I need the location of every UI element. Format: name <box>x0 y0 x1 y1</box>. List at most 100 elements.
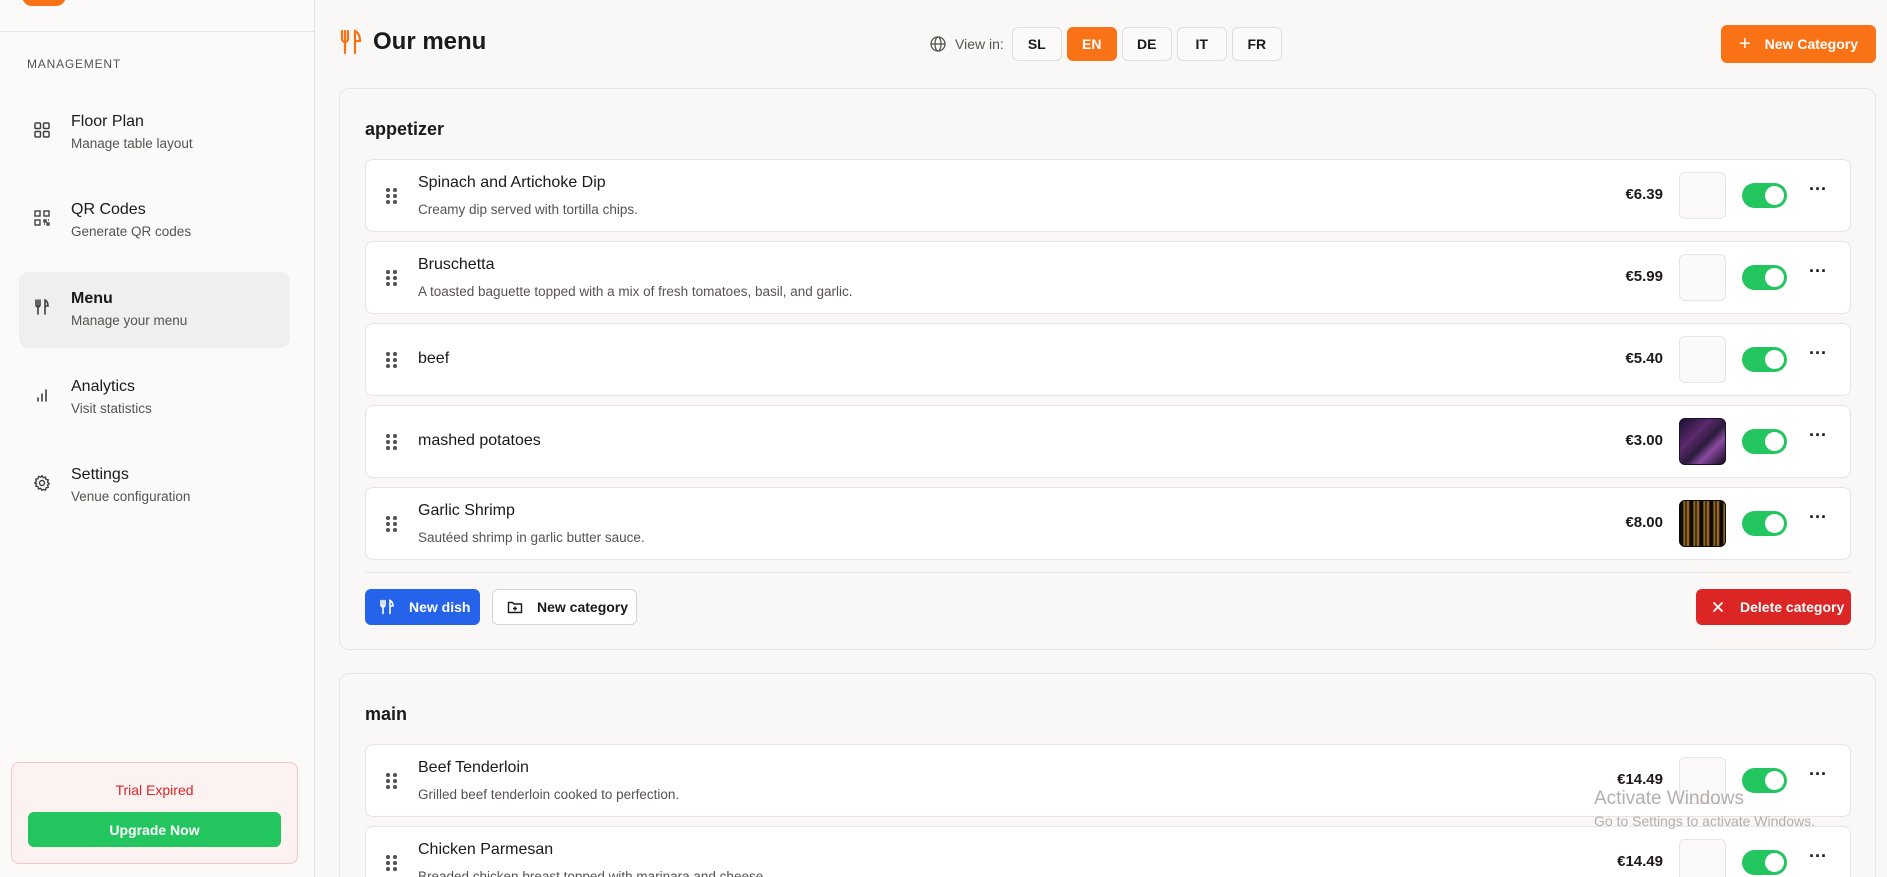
plus-icon: + <box>1738 32 1751 55</box>
lang-button-de[interactable]: DE <box>1121 27 1172 61</box>
sidebar-item-title: Floor Plan <box>71 113 144 130</box>
dish-row[interactable]: Bruschetta A toasted baguette topped wit… <box>365 241 1851 314</box>
drag-handle-icon[interactable] <box>386 773 398 789</box>
new-category-inline-label: New category <box>537 599 629 615</box>
more-options-icon[interactable]: ··· <box>1808 262 1828 284</box>
view-in-label: View in: <box>955 36 1004 52</box>
lang-button-fr[interactable]: FR <box>1231 27 1282 61</box>
dish-visibility-toggle[interactable] <box>1742 183 1787 208</box>
sidebar-item-title: Analytics <box>71 378 136 395</box>
qr-code-icon <box>34 210 50 226</box>
sidebar: MANAGEMENT Floor Plan Manage table layou… <box>0 0 315 877</box>
more-options-icon[interactable]: ··· <box>1808 344 1828 366</box>
dish-visibility-toggle[interactable] <box>1742 850 1787 875</box>
dish-description: Sautéed shrimp in garlic butter sauce. <box>418 530 645 545</box>
dish-row[interactable]: Spinach and Artichoke Dip Creamy dip ser… <box>365 159 1851 232</box>
dish-image-placeholder[interactable] <box>1679 839 1726 877</box>
dish-image-placeholder[interactable] <box>1679 172 1726 219</box>
utensils-icon <box>340 29 362 55</box>
dish-description: A toasted baguette topped with a mix of … <box>418 284 853 299</box>
dish-name: Garlic Shrimp <box>418 502 515 519</box>
sidebar-item-title: Menu <box>71 290 113 307</box>
upgrade-button[interactable]: Upgrade Now <box>28 812 281 847</box>
drag-handle-icon[interactable] <box>386 352 398 368</box>
dish-name: Bruschetta <box>418 256 495 273</box>
sidebar-item-subtitle: Manage your menu <box>71 313 188 328</box>
sidebar-divider <box>0 31 315 32</box>
new-dish-button[interactable]: New dish <box>365 589 480 625</box>
globe-icon <box>930 36 946 52</box>
new-dish-label: New dish <box>409 599 471 615</box>
sidebar-item-subtitle: Generate QR codes <box>71 224 192 239</box>
sidebar-item-qr-codes[interactable]: QR Codes Generate QR codes <box>19 183 290 259</box>
dish-image[interactable] <box>1679 418 1726 465</box>
dish-visibility-toggle[interactable] <box>1742 265 1787 290</box>
category-name: main <box>365 704 408 724</box>
drag-handle-icon[interactable] <box>386 516 398 532</box>
lang-button-it[interactable]: IT <box>1176 27 1227 61</box>
category-card-appetizer: appetizer Spinach and Artichoke Dip Crea… <box>339 88 1876 650</box>
delete-category-label: Delete category <box>1740 599 1845 615</box>
dish-row[interactable]: mashed potatoes €3.00 ··· <box>365 405 1851 478</box>
sidebar-item-subtitle: Venue configuration <box>71 489 191 504</box>
dish-image[interactable] <box>1679 500 1726 547</box>
more-options-icon[interactable]: ··· <box>1808 847 1828 869</box>
dish-visibility-toggle[interactable] <box>1742 347 1787 372</box>
windows-activation-title: Activate Windows <box>1594 788 1744 809</box>
new-category-inline-button[interactable]: New category <box>492 589 637 625</box>
lang-button-en[interactable]: EN <box>1066 27 1117 61</box>
drag-handle-icon[interactable] <box>386 270 398 286</box>
utensils-icon <box>380 599 394 615</box>
dish-row[interactable]: Chicken Parmesan Breaded chicken breast … <box>365 826 1851 877</box>
page-header: Our menu <box>339 28 486 56</box>
drag-handle-icon[interactable] <box>386 434 398 450</box>
card-divider <box>365 572 1851 573</box>
sidebar-section-label: MANAGEMENT <box>27 57 122 71</box>
new-category-button[interactable]: + New Category <box>1721 25 1876 63</box>
dish-image-placeholder[interactable] <box>1679 254 1726 301</box>
dish-price: €5.99 <box>1625 268 1663 285</box>
dish-visibility-toggle[interactable] <box>1742 511 1787 536</box>
dish-name: mashed potatoes <box>418 432 541 449</box>
category-name: appetizer <box>365 119 445 139</box>
dish-price: €6.39 <box>1625 186 1663 203</box>
sidebar-item-subtitle: Manage table layout <box>71 136 193 151</box>
dish-name: Chicken Parmesan <box>418 841 554 858</box>
lang-button-sl[interactable]: SL <box>1011 27 1062 61</box>
sidebar-item-menu[interactable]: Menu Manage your menu <box>19 272 290 348</box>
dish-name: beef <box>418 350 450 367</box>
more-options-icon[interactable]: ··· <box>1808 765 1828 787</box>
trial-status-text: Trial Expired <box>115 782 194 798</box>
page-title: Our menu <box>373 28 487 55</box>
sidebar-item-analytics[interactable]: Analytics Visit statistics <box>19 360 290 436</box>
logo[interactable] <box>22 0 66 6</box>
sidebar-item-settings[interactable]: Settings Venue configuration <box>19 448 290 524</box>
dish-row[interactable]: beef €5.40 ··· <box>365 323 1851 396</box>
sidebar-item-title: Settings <box>71 466 129 483</box>
drag-handle-icon[interactable] <box>386 855 398 871</box>
new-category-label: New Category <box>1764 36 1859 52</box>
category-card-main: main Beef Tenderloin Grilled beef tender… <box>339 673 1876 877</box>
sidebar-item-title: QR Codes <box>71 201 146 218</box>
dish-image-placeholder[interactable] <box>1679 336 1726 383</box>
gear-icon <box>33 474 51 492</box>
close-icon <box>1713 602 1723 612</box>
trial-expired-panel: Trial Expired Upgrade Now <box>11 762 298 864</box>
sidebar-item-subtitle: Visit statistics <box>71 401 152 416</box>
bar-chart-icon <box>37 389 47 402</box>
dish-visibility-toggle[interactable] <box>1742 429 1787 454</box>
more-options-icon[interactable]: ··· <box>1808 508 1828 530</box>
dish-row[interactable]: Garlic Shrimp Sautéed shrimp in garlic b… <box>365 487 1851 560</box>
dish-price: €3.00 <box>1625 432 1663 449</box>
delete-category-button[interactable]: Delete category <box>1696 589 1851 625</box>
dish-price: €8.00 <box>1625 514 1663 531</box>
dish-price: €14.49 <box>1617 853 1663 870</box>
more-options-icon[interactable]: ··· <box>1808 180 1828 202</box>
dish-visibility-toggle[interactable] <box>1742 768 1787 793</box>
dish-price: €5.40 <box>1625 350 1663 367</box>
dish-name: Spinach and Artichoke Dip <box>418 174 606 191</box>
more-options-icon[interactable]: ··· <box>1808 426 1828 448</box>
sidebar-item-floor-plan[interactable]: Floor Plan Manage table layout <box>19 95 290 171</box>
drag-handle-icon[interactable] <box>386 188 398 204</box>
dish-name: Beef Tenderloin <box>418 759 529 776</box>
